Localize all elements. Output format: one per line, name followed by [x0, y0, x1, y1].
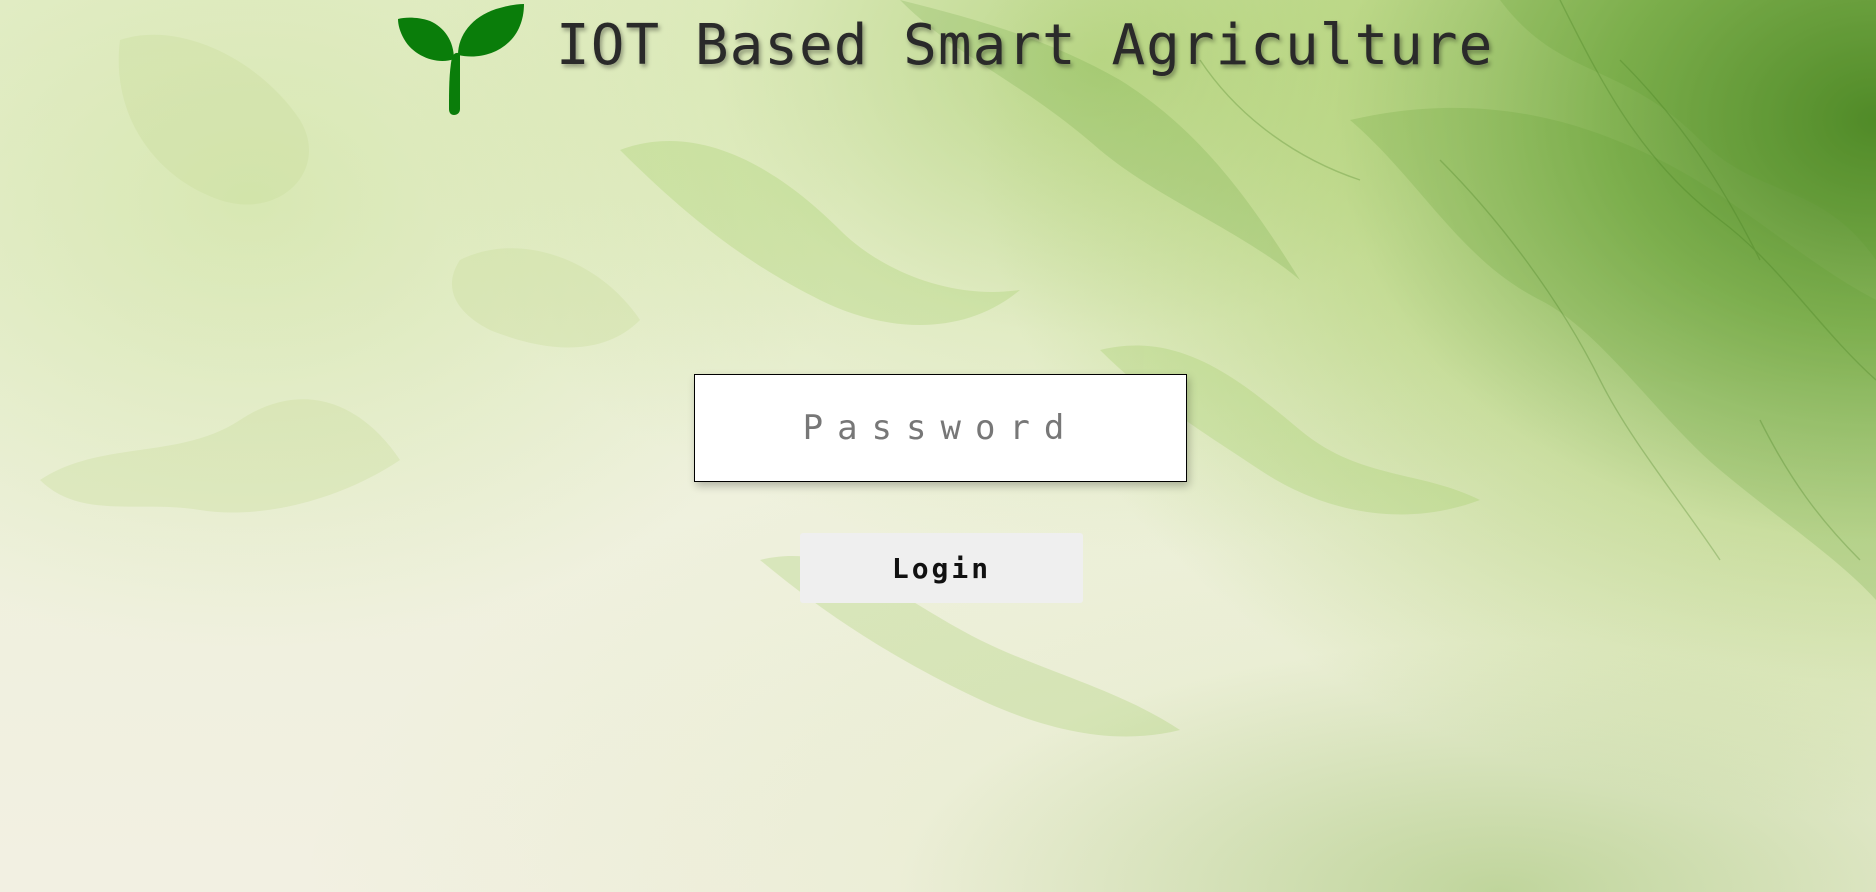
login-button[interactable]: Login	[800, 533, 1083, 603]
password-field[interactable]	[694, 374, 1187, 482]
app-header: IOT Based Smart Agriculture	[396, 0, 1493, 120]
sprout-icon	[398, 4, 524, 115]
app-title: IOT Based Smart Agriculture	[556, 12, 1494, 78]
